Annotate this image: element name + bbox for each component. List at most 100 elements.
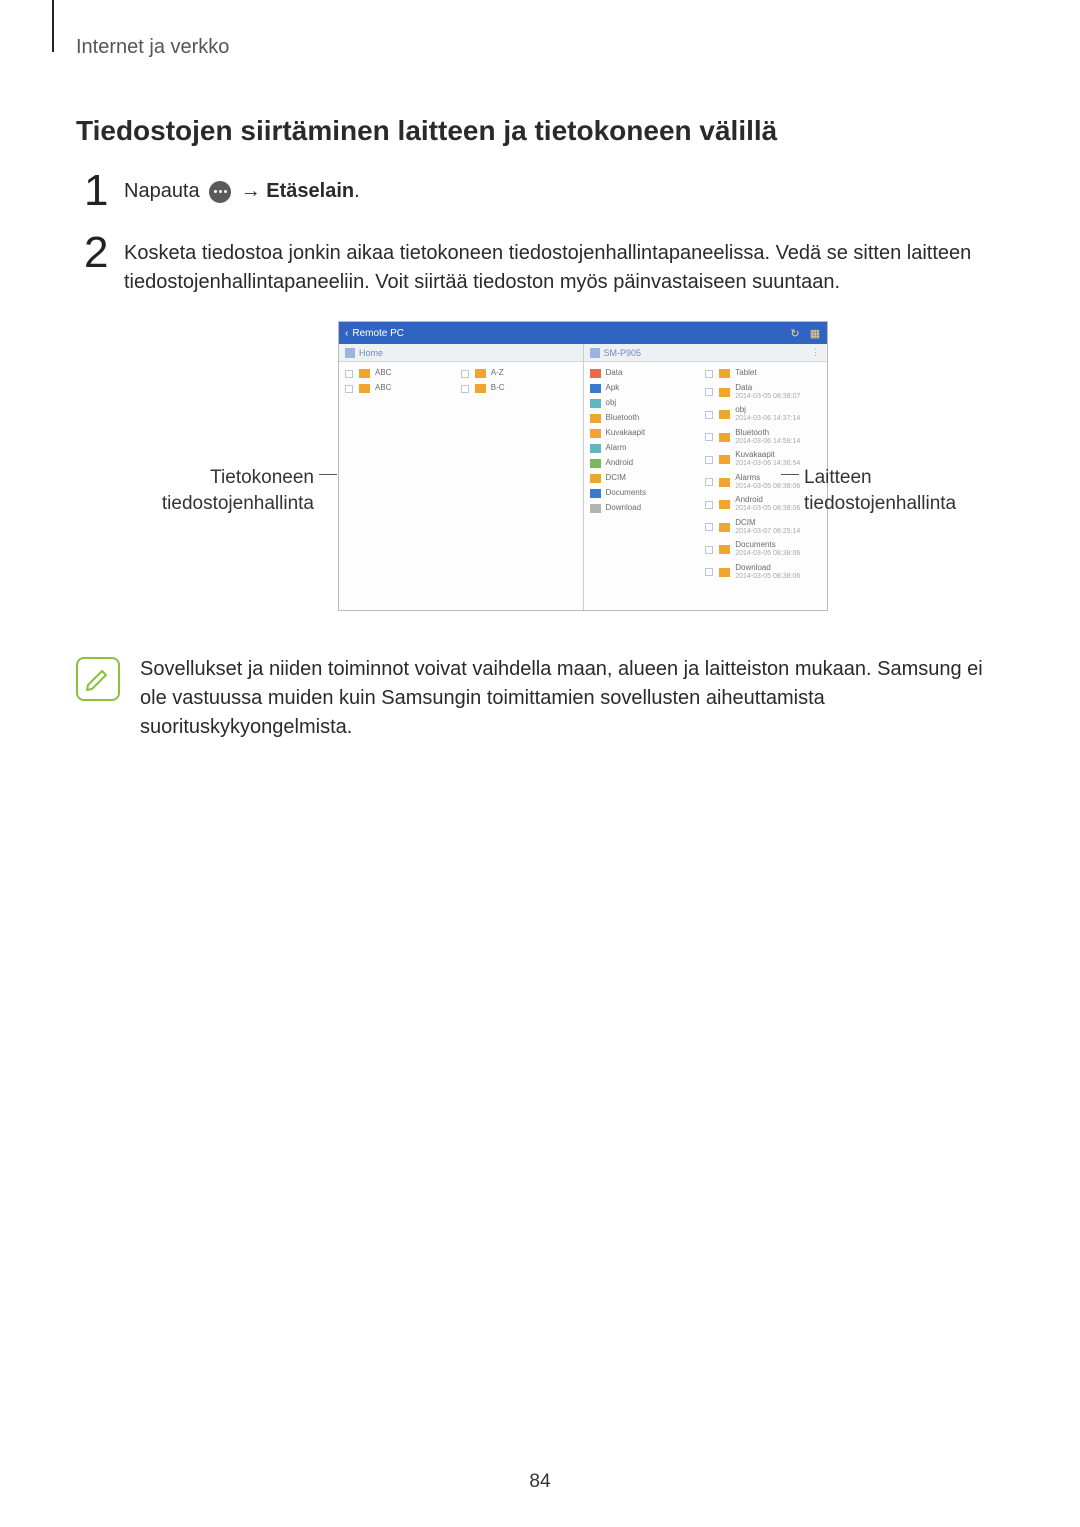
step-2-body: Kosketa tiedostoa jonkin aikaa tietokone…: [124, 237, 1004, 297]
callout-line-right: [781, 474, 799, 475]
step-1-bold: Etäselain: [266, 180, 354, 202]
folder-icon: [590, 459, 601, 468]
checkbox-icon: [705, 546, 713, 554]
list-item-label: Android: [606, 459, 634, 468]
step-1-prefix: Napauta: [124, 180, 205, 202]
list-item: ABC: [345, 366, 461, 381]
list-item: Alarm: [590, 441, 706, 456]
list-item: DCIM2014-03-07 08:25:14: [705, 516, 821, 538]
checkbox-icon: [705, 388, 713, 396]
folder-icon: [590, 474, 601, 483]
list-item: DCIM: [590, 471, 706, 486]
device-titlebar-text: Remote PC: [352, 328, 781, 339]
list-item: Documents: [590, 486, 706, 501]
list-item-label: Bluetooth: [606, 414, 640, 423]
list-item-label: ABC: [375, 384, 391, 393]
list-item: Android: [590, 456, 706, 471]
list-item-label: Documents: [606, 489, 646, 498]
checkbox-icon: [345, 370, 353, 378]
folder-icon: [475, 384, 486, 393]
checkbox-icon: [461, 385, 469, 393]
folder-icon: [719, 455, 730, 464]
folder-icon: [719, 568, 730, 577]
list-item-label: Alarms2014-03-05 08:38:06: [735, 474, 800, 490]
folder-icon: [590, 369, 601, 378]
checkbox-icon: [705, 568, 713, 576]
list-item: Data: [590, 366, 706, 381]
list-item-label: Documents2014-03-05 08:38:06: [735, 541, 800, 557]
list-item: Bluetooth: [590, 411, 706, 426]
device-panel: SM-P905 ⋮ Data Apk obj Bluetooth Kuvakaapit A…: [584, 344, 828, 610]
list-item-label: Android2014-03-05 08:38:06: [735, 496, 800, 512]
page-corner-rule: [52, 0, 54, 52]
folder-icon: [719, 523, 730, 532]
step-1-body: Napauta → Etäselain.: [124, 175, 1004, 206]
checkbox-icon: [461, 370, 469, 378]
folder-icon: [590, 384, 601, 393]
folder-icon: [719, 500, 730, 509]
checkbox-icon: [705, 523, 713, 531]
step-number-1: 1: [84, 169, 124, 213]
list-item-label: DCIM: [606, 474, 626, 483]
list-item-label: DCIM2014-03-07 08:25:14: [735, 519, 800, 535]
checkbox-icon: [705, 411, 713, 419]
tablet-icon: [590, 348, 600, 358]
list-item: Documents2014-03-05 08:38:06: [705, 538, 821, 560]
checkbox-icon: [705, 456, 713, 464]
list-item-label: A-Z: [491, 369, 504, 378]
folder-icon: [359, 384, 370, 393]
folder-icon: [590, 399, 601, 408]
step-1-arrow: →: [241, 180, 267, 202]
list-item-label: Tablet: [735, 369, 756, 378]
section-title: Tiedostojen siirtäminen laitteen ja tiet…: [76, 115, 1004, 147]
device-panel-header: SM-P905 ⋮: [584, 344, 828, 362]
list-item-label: Apk: [606, 384, 620, 393]
folder-icon: [719, 369, 730, 378]
folder-icon: [719, 410, 730, 419]
list-item: Tablet: [705, 366, 821, 381]
list-item: Download: [590, 501, 706, 516]
callout-right: Laitteen tiedostojenhallinta: [804, 465, 994, 516]
pc-panel-title: Home: [359, 348, 383, 358]
list-item: obj2014-03-06 14:37:14: [705, 403, 821, 425]
device-screenshot: ‹ Remote PC ↻ ▦ Home ABC ABC A-Z B-C: [338, 321, 828, 611]
list-item-label: obj: [606, 399, 617, 408]
figure: Tietokoneen tiedostojenhallinta ‹ Remote…: [76, 321, 1004, 631]
pc-panel: Home ABC ABC A-Z B-C: [339, 344, 584, 610]
back-icon: ‹: [345, 328, 348, 339]
list-item-label: Alarm: [606, 444, 627, 453]
list-item: Data2014-03-05 08:38:07: [705, 381, 821, 403]
callout-left-line1: Tietokoneen: [210, 467, 314, 488]
checkbox-icon: [705, 478, 713, 486]
list-item: Bluetooth2014-03-06 14:59:14: [705, 426, 821, 448]
list-item-label: Download2014-03-05 08:38:06: [735, 564, 800, 580]
callout-left-line2: tiedostojenhallinta: [162, 493, 314, 514]
list-item: Download2014-03-05 08:38:06: [705, 561, 821, 583]
checkbox-icon: [345, 385, 353, 393]
step-1-suffix: .: [354, 180, 360, 202]
folder-icon: [590, 444, 601, 453]
refresh-icon: ↻: [789, 327, 801, 339]
folder-icon: [590, 504, 601, 513]
folder-icon: [590, 489, 601, 498]
list-item-label: Bluetooth2014-03-06 14:59:14: [735, 429, 800, 445]
list-item-label: Kuvakaapit2014-03-06 14:36:54: [735, 451, 800, 467]
folder-icon: [719, 388, 730, 397]
list-item: Kuvakaapit: [590, 426, 706, 441]
list-item: Apk: [590, 381, 706, 396]
checkbox-icon: [705, 501, 713, 509]
note-icon: [76, 657, 120, 701]
callout-right-line1: Laitteen: [804, 467, 872, 488]
device-panel-title: SM-P905: [604, 348, 642, 358]
folder-icon: [719, 478, 730, 487]
list-item-label: Data2014-03-05 08:38:07: [735, 384, 800, 400]
list-item-label: Kuvakaapit: [606, 429, 646, 438]
panel-menu-icon: ⋮: [811, 347, 821, 358]
checkbox-icon: [705, 433, 713, 441]
page-number: 84: [0, 1471, 1080, 1493]
note-text: Sovellukset ja niiden toiminnot voivat v…: [140, 655, 1004, 742]
grid-icon: ▦: [809, 327, 821, 339]
list-item-label: B-C: [491, 384, 505, 393]
callout-right-line2: tiedostojenhallinta: [804, 493, 956, 514]
list-item-label: obj2014-03-06 14:37:14: [735, 406, 800, 422]
